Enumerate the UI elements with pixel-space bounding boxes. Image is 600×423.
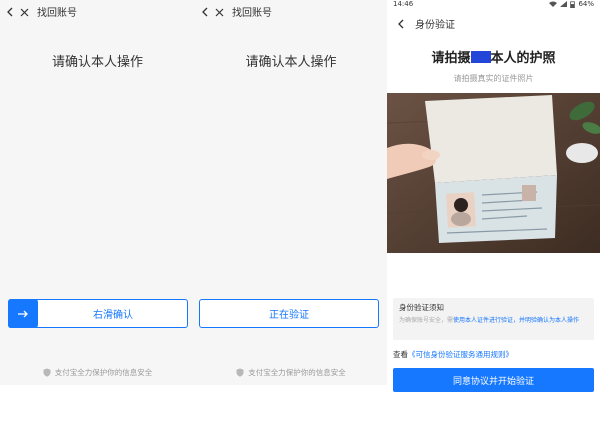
security-footer: 支付宝全力保护你的信息安全	[195, 367, 387, 378]
right-arrow-icon	[17, 304, 29, 323]
footer-text: 支付宝全力保护你的信息安全	[54, 368, 153, 377]
close-icon[interactable]	[20, 2, 29, 21]
navbar: 找回账号	[195, 0, 387, 22]
page-heading: 请确认本人操作	[51, 55, 143, 70]
status-bar: 14:46 64%	[387, 0, 600, 10]
rules-prefix: 查看	[393, 350, 408, 359]
page-heading: 请拍摄 本人的护照	[387, 47, 600, 66]
passport-example-photo	[387, 93, 600, 253]
navbar: 身份验证	[387, 12, 600, 34]
rules-link[interactable]: 《可信身份验证服务通用规则》	[408, 350, 513, 359]
heading-part-1: 请拍摄	[431, 51, 471, 66]
page-heading: 请确认本人操作	[245, 55, 337, 70]
notice-text-plain: 为确保账号安全，需	[399, 317, 454, 324]
rules-line: 查看《可信身份验证服务通用规则》	[393, 349, 594, 360]
wifi-icon	[549, 1, 558, 7]
navbar: 找回账号	[0, 0, 195, 22]
status-icons: 64%	[549, 0, 594, 8]
heading-part-2: 本人的护照	[490, 51, 556, 66]
slide-to-confirm[interactable]: 右滑确认	[8, 299, 188, 328]
security-footer: 支付宝全力保护你的信息安全	[0, 367, 195, 378]
page-subtitle: 请拍摄真实的证件照片	[453, 74, 534, 83]
nav-title: 找回账号	[232, 7, 272, 19]
battery-icon	[570, 0, 576, 8]
panel-confirm-slide: 找回账号 请确认本人操作 右滑确认 支付宝全力保护你的信息安全	[0, 0, 195, 423]
battery-percent: 64%	[578, 0, 594, 8]
redaction-block	[470, 51, 491, 63]
verifying-status-button[interactable]: 正在验证	[199, 299, 379, 328]
back-arrow-icon[interactable]	[201, 2, 209, 21]
agree-and-start-button[interactable]: 同意协议并开始验证	[393, 368, 594, 392]
back-arrow-icon[interactable]	[6, 2, 14, 21]
panel-identity-verification: 14:46 64% 身份验证 请拍摄 本人的护照 请拍摄真实的证件照片 身份验证…	[387, 0, 600, 423]
signal-icon	[560, 1, 568, 7]
slider-handle[interactable]	[8, 299, 38, 328]
notice-text-highlight: 使用本人证件进行验证，并明验确认为本人操作	[453, 317, 580, 324]
close-icon[interactable]	[215, 2, 224, 21]
notice-text: 为确保账号安全，需使用本人证件进行验证，并明验确认为本人操作	[399, 316, 588, 325]
shield-icon	[43, 368, 51, 377]
status-time: 14:46	[393, 0, 414, 8]
notice-title: 身份验证须知	[399, 303, 444, 312]
nav-title: 找回账号	[37, 7, 77, 19]
verification-notice: 身份验证须知 为确保账号安全，需使用本人证件进行验证，并明验确认为本人操作	[393, 298, 594, 340]
panel-verifying: 找回账号 请确认本人操作 正在验证 支付宝全力保护你的信息安全	[195, 0, 387, 423]
nav-title: 身份验证	[415, 19, 455, 31]
back-arrow-icon[interactable]	[397, 14, 405, 33]
footer-text: 支付宝全力保护你的信息安全	[248, 368, 346, 377]
shield-icon	[236, 368, 244, 377]
slider-label: 右滑确认	[93, 310, 133, 321]
